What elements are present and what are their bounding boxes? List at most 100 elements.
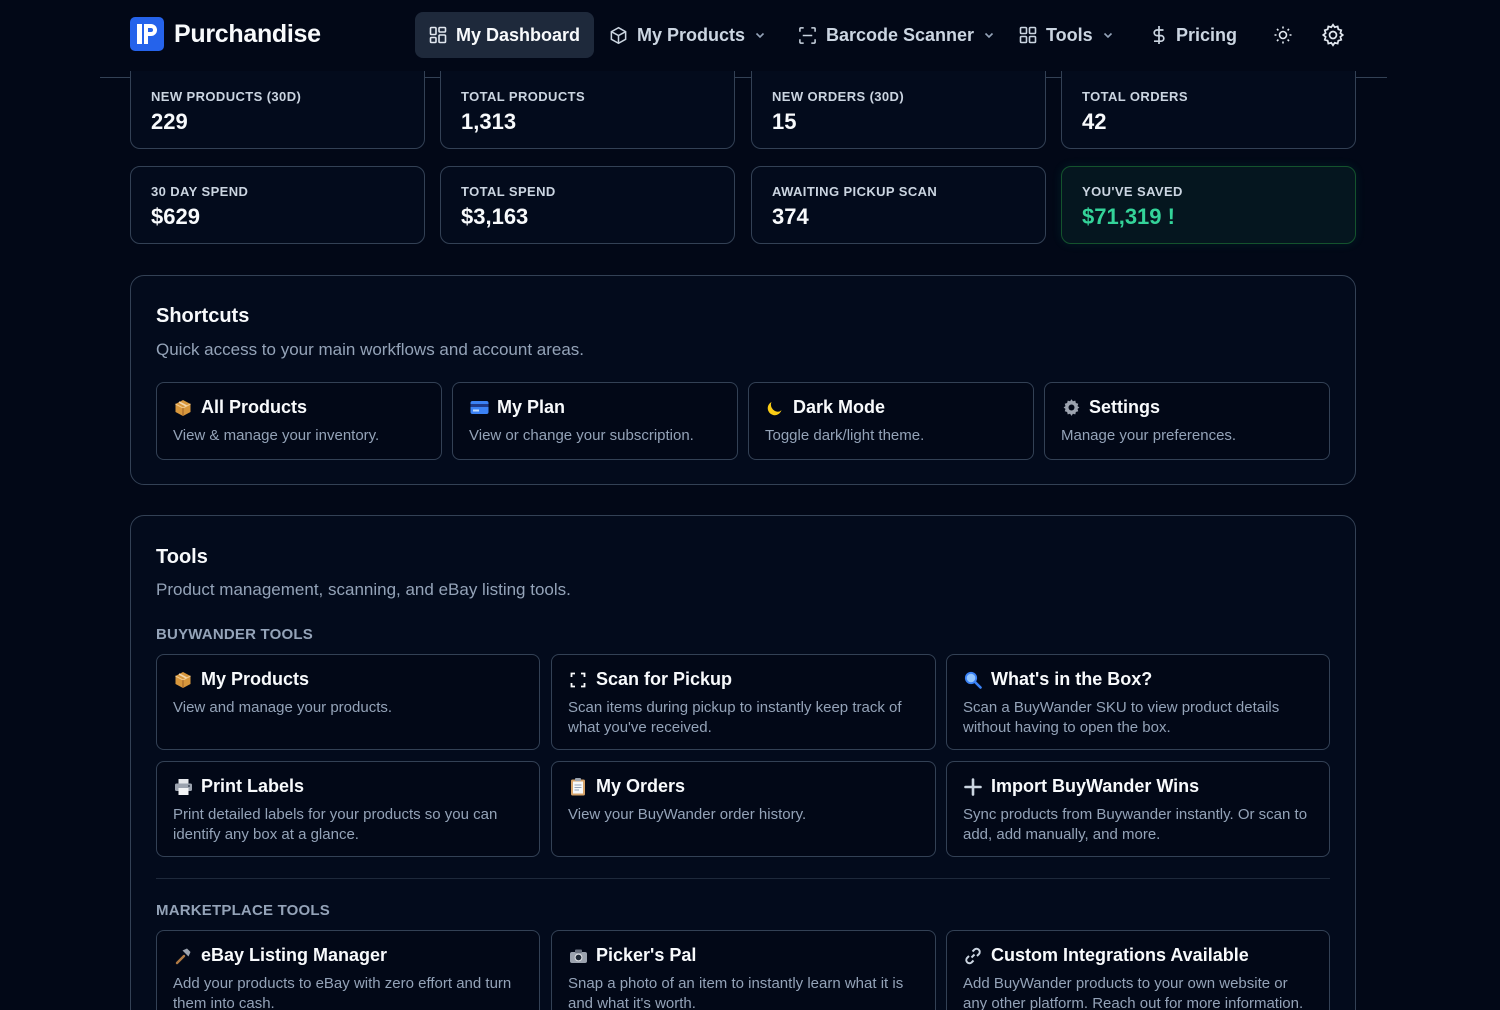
nav-my-dashboard[interactable]: My Dashboard — [415, 12, 595, 58]
settings-button[interactable] — [1318, 20, 1348, 50]
tile-title: What's in the Box? — [991, 669, 1153, 689]
stat-new-products: NEW PRODUCTS (30D) 229 — [130, 71, 425, 149]
box-icon — [610, 26, 627, 44]
tile-title: Custom Integrations Available — [991, 945, 1249, 965]
chevron-down-icon — [984, 32, 994, 39]
top-navbar: Purchandise My Dashboard My Products Bar… — [100, 0, 1387, 78]
tool-my-orders[interactable]: My Orders View your BuyWander order hist… — [551, 761, 936, 857]
stat-total-products: TOTAL PRODUCTS 1,313 — [440, 71, 735, 149]
tile-title: eBay Listing Manager — [201, 945, 388, 965]
camera-icon — [568, 946, 588, 966]
tile-desc: Print detailed labels for your products … — [173, 806, 498, 843]
tile-desc: Add BuyWander products to your own websi… — [963, 975, 1304, 1010]
nav-label: Barcode Scanner — [826, 24, 975, 45]
section-title: Shortcuts — [156, 305, 250, 327]
chevron-down-icon — [1103, 32, 1112, 39]
dollar-icon — [1153, 26, 1165, 44]
marketplace-tools-label: MARKETPLACE TOOLS — [156, 902, 330, 919]
tile-title: My Orders — [596, 776, 686, 796]
section-subtitle: Product management, scanning, and eBay l… — [156, 580, 571, 599]
printer-icon — [173, 777, 193, 797]
stat-value: 1,313 — [461, 109, 517, 134]
stat-value: 229 — [151, 109, 188, 134]
tool-ebay-listing-manager[interactable]: eBay Listing Manager Add your products t… — [156, 930, 540, 1010]
nav-pricing[interactable]: Pricing — [1137, 12, 1251, 58]
stat-awaiting-pickup: AWAITING PICKUP SCAN 374 — [751, 166, 1046, 244]
nav-my-products[interactable]: My Products — [595, 12, 780, 58]
stat-label: NEW PRODUCTS (30D) — [151, 89, 302, 104]
nav-label: Pricing — [1176, 24, 1238, 45]
gear-icon — [1061, 398, 1081, 418]
nav-label: Tools — [1046, 24, 1093, 45]
stat-value: 374 — [772, 204, 809, 229]
tool-scan-for-pickup[interactable]: Scan for Pickup Scan items during pickup… — [551, 654, 936, 750]
section-title: Tools — [156, 546, 208, 568]
stat-value: 42 — [1082, 109, 1107, 134]
shortcut-my-plan[interactable]: My Plan View or change your subscription… — [452, 382, 738, 460]
nav-label: My Dashboard — [456, 24, 581, 45]
nav-tools[interactable]: Tools — [1005, 12, 1128, 58]
tile-desc: View your BuyWander order history. — [568, 806, 807, 823]
stat-30-day-spend: 30 DAY SPEND $629 — [130, 166, 425, 244]
clipboard-icon — [568, 777, 588, 797]
tile-title: Picker's Pal — [596, 945, 697, 965]
section-subtitle: Quick access to your main workflows and … — [156, 340, 585, 359]
moon-icon — [765, 398, 785, 418]
stat-value: 15 — [772, 109, 797, 134]
scan-icon — [799, 26, 816, 44]
stat-total-orders: TOTAL ORDERS 42 — [1061, 71, 1356, 149]
brand-logo-icon — [130, 17, 164, 51]
shortcut-all-products[interactable]: All Products View & manage your inventor… — [156, 382, 442, 460]
tile-desc: Add your products to eBay with zero effo… — [173, 975, 512, 1010]
tile-desc: View or change your subscription. — [469, 427, 694, 444]
credit-card-icon — [469, 398, 489, 418]
stat-youve-saved: YOU'VE SAVED $71,319 ! — [1061, 166, 1356, 244]
shortcut-dark-mode[interactable]: Dark Mode Toggle dark/light theme. — [748, 382, 1034, 460]
section-divider — [156, 878, 1330, 879]
tile-desc: Scan a BuyWander SKU to view product det… — [963, 699, 1280, 736]
plus-icon — [963, 777, 983, 797]
tool-whats-in-the-box[interactable]: What's in the Box? Scan a BuyWander SKU … — [946, 654, 1330, 750]
grid-icon — [1019, 26, 1037, 44]
tile-title: Dark Mode — [793, 397, 886, 417]
stat-label: NEW ORDERS (30D) — [772, 89, 905, 104]
shortcuts-panel: Shortcuts Quick access to your main work… — [130, 275, 1356, 485]
dashboard-page: Purchandise My Dashboard My Products Bar… — [0, 0, 1500, 1010]
sun-icon — [1274, 26, 1292, 44]
nav-barcode-scanner[interactable]: Barcode Scanner — [784, 12, 1009, 58]
shortcut-settings[interactable]: Settings Manage your preferences. — [1044, 382, 1330, 460]
tile-title: Import BuyWander Wins — [991, 776, 1200, 796]
tile-desc: Scan items during pickup to instantly ke… — [568, 699, 902, 736]
tool-pickers-pal[interactable]: Picker's Pal Snap a photo of an item to … — [551, 930, 936, 1010]
tile-title: Settings — [1089, 397, 1161, 417]
tile-title: Print Labels — [201, 776, 305, 796]
brand[interactable]: Purchandise — [130, 17, 321, 51]
magnifier-icon — [963, 670, 983, 690]
tile-title: Scan for Pickup — [596, 669, 733, 689]
tile-desc: Snap a photo of an item to instantly lea… — [568, 975, 904, 1010]
dashboard-icon — [429, 26, 447, 44]
theme-toggle-button[interactable] — [1268, 20, 1298, 50]
stat-new-orders: NEW ORDERS (30D) 15 — [751, 71, 1046, 149]
tile-title: All Products — [201, 397, 308, 417]
tile-desc: Toggle dark/light theme. — [765, 427, 925, 444]
tool-my-products[interactable]: My Products View and manage your product… — [156, 654, 540, 750]
stat-value: $629 — [151, 204, 200, 229]
stat-label: AWAITING PICKUP SCAN — [772, 184, 938, 199]
tool-print-labels[interactable]: Print Labels Print detailed labels for y… — [156, 761, 540, 857]
scan-icon — [568, 670, 588, 690]
gear-icon — [1321, 23, 1345, 47]
tile-desc: Manage your preferences. — [1061, 427, 1237, 444]
tile-desc: View and manage your products. — [173, 699, 393, 716]
stat-label: YOU'VE SAVED — [1082, 184, 1183, 199]
tile-desc: Sync products from Buywander instantly. … — [963, 806, 1308, 843]
tool-custom-integrations[interactable]: Custom Integrations Available Add BuyWan… — [946, 930, 1330, 1010]
stat-total-spend: TOTAL SPEND $3,163 — [440, 166, 735, 244]
tile-desc: View & manage your inventory. — [173, 427, 380, 444]
link-icon — [963, 946, 983, 966]
stat-label: TOTAL PRODUCTS — [461, 89, 586, 104]
stat-value: $3,163 — [461, 204, 529, 229]
stat-value: $71,319 ! — [1082, 204, 1175, 229]
brand-name: Purchandise — [174, 19, 321, 48]
tool-import-buywander-wins[interactable]: Import BuyWander Wins Sync products from… — [946, 761, 1330, 857]
